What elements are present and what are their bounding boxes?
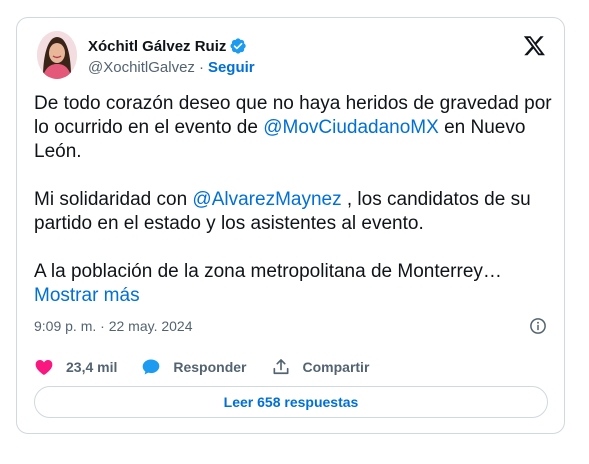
name-row: Xóchitl Gálvez Ruiz [88, 37, 247, 55]
tweet-card: Xóchitl Gálvez Ruiz @XochitlGalvez · Seg… [16, 17, 565, 434]
like-count: 23,4 mil [66, 359, 118, 375]
share-label: Compartir [302, 359, 370, 375]
verified-badge-icon [229, 37, 247, 55]
x-logo-icon[interactable] [523, 34, 546, 57]
tweet-text: De todo corazón deseo que no haya herido… [34, 92, 554, 308]
handle[interactable]: @XochitlGalvez [88, 59, 195, 76]
tweet-paragraph-3: A la población de la zona metropolitana … [34, 260, 554, 308]
action-bar: 23,4 mil Responder Compartir [34, 357, 393, 377]
handle-row: @XochitlGalvez · Seguir [88, 59, 255, 76]
reply-bubble-icon [143, 359, 160, 375]
show-more-link[interactable]: Mostrar más [34, 285, 140, 306]
share-icon [273, 359, 288, 375]
follow-button[interactable]: Seguir [208, 59, 255, 76]
separator: · [198, 59, 204, 76]
avatar[interactable] [37, 31, 77, 79]
tweet-paragraph-1: De todo corazón deseo que no haya herido… [34, 92, 554, 164]
heart-icon [35, 360, 53, 375]
reply-button[interactable]: Responder [141, 357, 247, 377]
mention-link[interactable]: @AlvarezMaynez [192, 189, 341, 210]
share-button[interactable]: Compartir [271, 357, 370, 377]
mention-link[interactable]: @MovCiudadanoMX [263, 117, 439, 138]
text-segment: Mi solidaridad con [34, 189, 193, 210]
like-button[interactable]: 23,4 mil [34, 357, 117, 377]
tweet-header: Xóchitl Gálvez Ruiz @XochitlGalvez · Seg… [37, 31, 548, 79]
tweet-paragraph-2: Mi solidaridad con @AlvarezMaynez , los … [34, 188, 554, 236]
timestamp[interactable]: 9:09 p. m. · 22 may. 2024 [34, 318, 193, 334]
display-name[interactable]: Xóchitl Gálvez Ruiz [88, 38, 226, 55]
info-icon[interactable] [529, 317, 547, 335]
meta-row: 9:09 p. m. · 22 may. 2024 [34, 316, 547, 336]
reply-label: Responder [173, 359, 247, 375]
text-segment: A la población de la zona metropolitana … [34, 261, 502, 282]
read-replies-button[interactable]: Leer 658 respuestas [34, 386, 548, 418]
